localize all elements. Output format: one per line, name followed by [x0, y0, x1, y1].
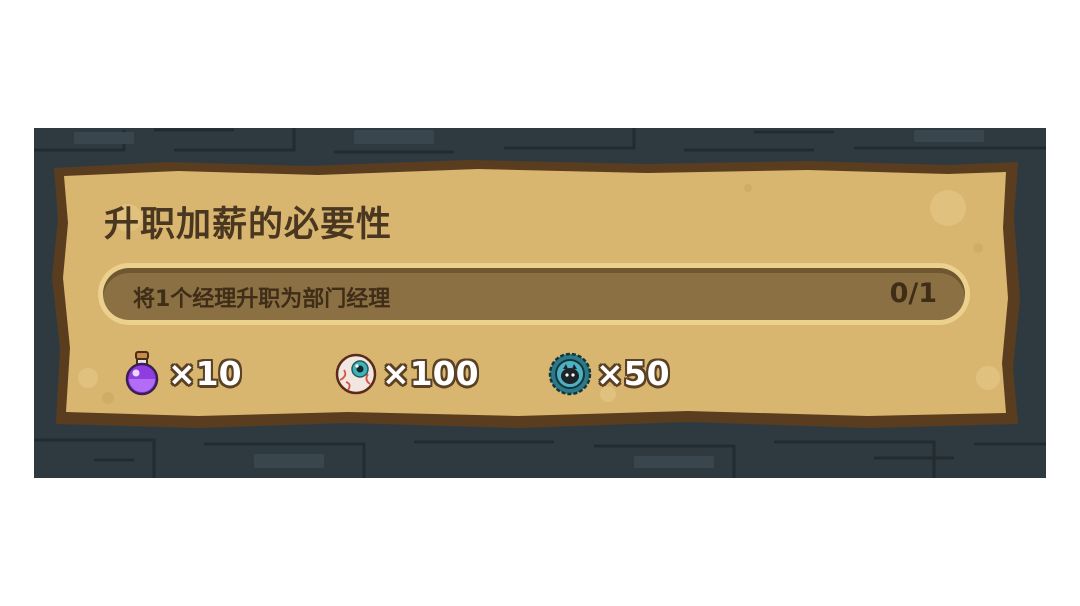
reward-amount-potion: ×10: [168, 353, 242, 393]
eyeball-icon: [335, 353, 377, 395]
progress-track: 将1个经理升职为部门经理 0/1: [103, 268, 965, 320]
potion-icon: [125, 351, 159, 396]
objective-description: 将1个经理升职为部门经理: [133, 287, 391, 312]
gear-token-icon: [548, 352, 592, 396]
reward-item-gear-token: ×50: [548, 348, 670, 398]
quest-panel-background: 升职加薪的必要性 将1个经理升职为部门经理 0/1 ×10 ×100 ×50: [34, 128, 1046, 478]
objective-progress-bar: 将1个经理升职为部门经理 0/1: [98, 263, 970, 325]
reward-amount-eyeball: ×100: [382, 353, 479, 393]
reward-amount-gear-token: ×50: [596, 353, 670, 393]
reward-item-potion: ×10: [120, 348, 242, 398]
quest-card: 升职加薪的必要性 将1个经理升职为部门经理 0/1 ×10 ×100 ×50: [48, 158, 1024, 430]
objective-count: 0/1: [889, 278, 937, 309]
quest-title: 升职加薪的必要性: [104, 205, 393, 245]
reward-item-eyeball: ×100: [334, 348, 479, 398]
